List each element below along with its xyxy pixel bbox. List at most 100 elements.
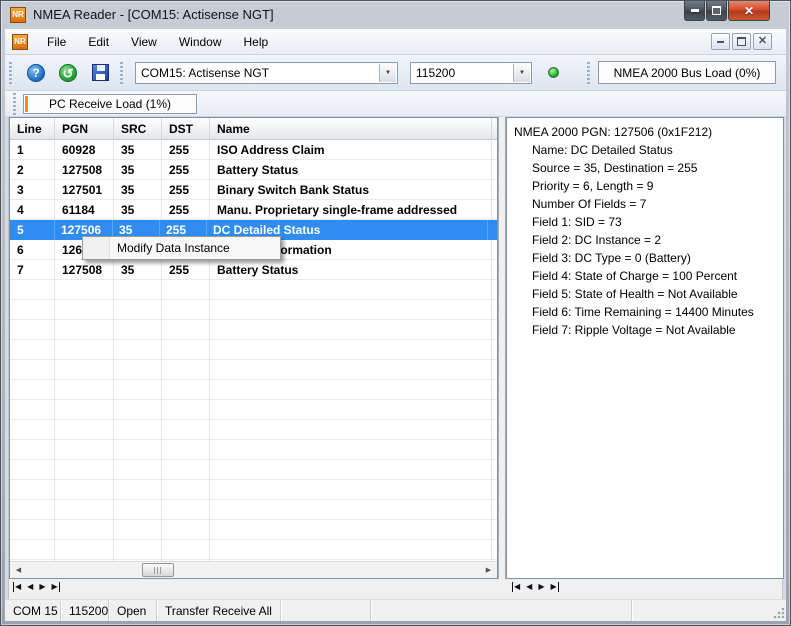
chevron-down-icon[interactable]: ▼ (513, 64, 530, 82)
app-icon: NR (10, 7, 26, 23)
mdi-minimize-button[interactable] (711, 33, 730, 50)
main-toolbar: ? ↺ COM15: Actisense NGT ▼ 115200 ▼ NMEA… (5, 55, 786, 91)
scroll-right-icon[interactable]: ▶ (480, 562, 497, 578)
menu-view[interactable]: View (120, 31, 168, 53)
last-tab-icon[interactable]: ▶ (550, 582, 558, 592)
transfer-icon: ↺ (59, 64, 77, 82)
column-header-dst[interactable]: DST (162, 118, 210, 140)
restore-icon (712, 6, 721, 15)
resize-grip[interactable] (772, 606, 785, 619)
horizontal-scrollbar[interactable]: ◀ ▶ (10, 561, 497, 578)
table-row[interactable]: 4 61184 35 255 Manu. Proprietary single-… (10, 200, 497, 220)
status-empty-segment (371, 600, 631, 621)
details-line: Number Of Fields = 7 (532, 195, 779, 213)
menu-help[interactable]: Help (233, 31, 280, 53)
transfer-button[interactable]: ↺ (58, 63, 78, 83)
scrollbar-thumb[interactable] (142, 563, 174, 577)
mdi-document-icon: NR (12, 34, 28, 50)
prev-tab-icon[interactable]: ◀ (526, 582, 532, 592)
baud-rate-select[interactable]: 115200 ▼ (410, 62, 532, 84)
details-line: Field 5: State of Health = Not Available (532, 285, 779, 303)
details-line: Name: DC Detailed Status (532, 141, 779, 159)
tab-zone: ◀ ◀ ▶ ▶ Data View Network View Hardware … (5, 579, 786, 599)
details-line: Field 4: State of Charge = 100 Percent (532, 267, 779, 285)
table-row[interactable]: 3 127501 35 255 Binary Switch Bank Statu… (10, 180, 497, 200)
client-area: NR File Edit View Window Help ✕ ? ↺ (5, 29, 786, 621)
secondary-toolbar: PC Receive Load (1%) (5, 91, 786, 117)
toolbar-gripper[interactable] (120, 62, 123, 84)
status-connection-state: Open (109, 600, 157, 621)
first-tab-icon[interactable]: ◀ (13, 582, 21, 592)
details-line: Field 6: Time Remaining = 14400 Minutes (532, 303, 779, 321)
toolbar-gripper[interactable] (587, 62, 590, 84)
mdi-close-button[interactable]: ✕ (753, 33, 772, 50)
table-row[interactable]: 7 127508 35 255 Battery Status (10, 260, 497, 280)
pc-receive-load-indicator: PC Receive Load (1%) (23, 94, 197, 114)
first-tab-icon[interactable]: ◀ (512, 582, 520, 592)
menu-bar: NR File Edit View Window Help ✕ (5, 29, 786, 55)
next-tab-icon[interactable]: ▶ (538, 582, 544, 592)
status-empty-segment (631, 600, 786, 621)
detail-tabs: Details Properties Log (572, 579, 578, 597)
last-tab-icon[interactable]: ▶ (51, 582, 59, 592)
toolbar-gripper[interactable] (9, 62, 12, 84)
column-header-pgn[interactable]: PGN (55, 118, 114, 140)
save-button[interactable] (90, 63, 110, 83)
pgn-details: NMEA 2000 PGN: 127506 (0x1F212) Name: DC… (507, 118, 783, 339)
help-icon: ? (27, 64, 45, 82)
help-button[interactable]: ? (26, 63, 46, 83)
mdi-restore-button[interactable] (732, 33, 751, 50)
column-header-src[interactable]: SRC (114, 118, 162, 140)
details-line: Priority = 6, Length = 9 (532, 177, 779, 195)
com-port-value: COM15: Actisense NGT (136, 66, 269, 80)
details-line: Field 1: SID = 73 (532, 213, 779, 231)
com-port-select[interactable]: COM15: Actisense NGT ▼ (135, 62, 398, 84)
maximize-restore-button[interactable] (706, 1, 727, 21)
details-line: Source = 35, Destination = 255 (532, 159, 779, 177)
context-menu-item-modify-data-instance[interactable]: Modify Data Instance (117, 241, 230, 255)
menu-window[interactable]: Window (168, 31, 233, 53)
baud-rate-value: 115200 (411, 66, 455, 80)
details-line: NMEA 2000 PGN: 127506 (0x1F212) (514, 123, 779, 141)
menu-file[interactable]: File (36, 31, 77, 53)
minimize-button[interactable] (684, 1, 705, 21)
view-tabs: Data View Network View Hardware Config (73, 579, 79, 597)
mdi-minimize-icon (717, 41, 724, 43)
connection-led-icon (548, 67, 559, 78)
column-header-name[interactable]: Name (210, 118, 492, 140)
status-bar: COM 15 115200 Open Transfer Receive All (5, 599, 786, 621)
table-header: Line PGN SRC DST Name (10, 118, 497, 140)
details-line: Field 2: DC Instance = 2 (532, 231, 779, 249)
data-view-pane: Line PGN SRC DST Name 1 60928 35 (9, 117, 498, 579)
table-row[interactable]: 1 60928 35 255 ISO Address Claim (10, 140, 497, 160)
next-tab-icon[interactable]: ▶ (39, 582, 45, 592)
prev-tab-icon[interactable]: ◀ (27, 582, 33, 592)
status-com-port: COM 15 (5, 600, 61, 621)
scroll-left-icon[interactable]: ◀ (10, 562, 27, 578)
context-menu: Modify Data Instance (82, 236, 281, 260)
left-tab-nav: ◀ ◀ ▶ ▶ (13, 582, 60, 592)
bus-load-label: NMEA 2000 Bus Load (0%) (614, 66, 761, 80)
context-menu-icon-column (83, 237, 110, 259)
menu-edit[interactable]: Edit (77, 31, 120, 53)
main-area: Line PGN SRC DST Name 1 60928 35 (5, 117, 786, 599)
title-bar[interactable]: NR NMEA Reader - [COM15: Actisense NGT] … (1, 1, 790, 29)
status-empty-segment (281, 600, 371, 621)
mdi-restore-icon (737, 37, 746, 46)
status-transfer-mode: Transfer Receive All (157, 600, 281, 621)
toolbar-gripper[interactable] (13, 93, 16, 115)
app-window: NR NMEA Reader - [COM15: Actisense NGT] … (0, 0, 791, 626)
status-baud-rate: 115200 (61, 600, 109, 621)
pane-splitter[interactable] (498, 117, 506, 579)
table-row[interactable]: 2 127508 35 255 Battery Status (10, 160, 497, 180)
column-header-line[interactable]: Line (10, 118, 55, 140)
chevron-down-icon[interactable]: ▼ (379, 64, 396, 82)
minimize-icon (691, 9, 699, 12)
save-icon (92, 64, 109, 81)
pc-receive-load-label: PC Receive Load (1%) (49, 97, 171, 111)
pc-receive-load-fill (25, 96, 28, 112)
details-line: Field 3: DC Type = 0 (Battery) (532, 249, 779, 267)
close-button[interactable]: ✕ (728, 1, 770, 21)
mdi-close-icon: ✕ (758, 36, 767, 47)
close-icon: ✕ (744, 5, 754, 17)
